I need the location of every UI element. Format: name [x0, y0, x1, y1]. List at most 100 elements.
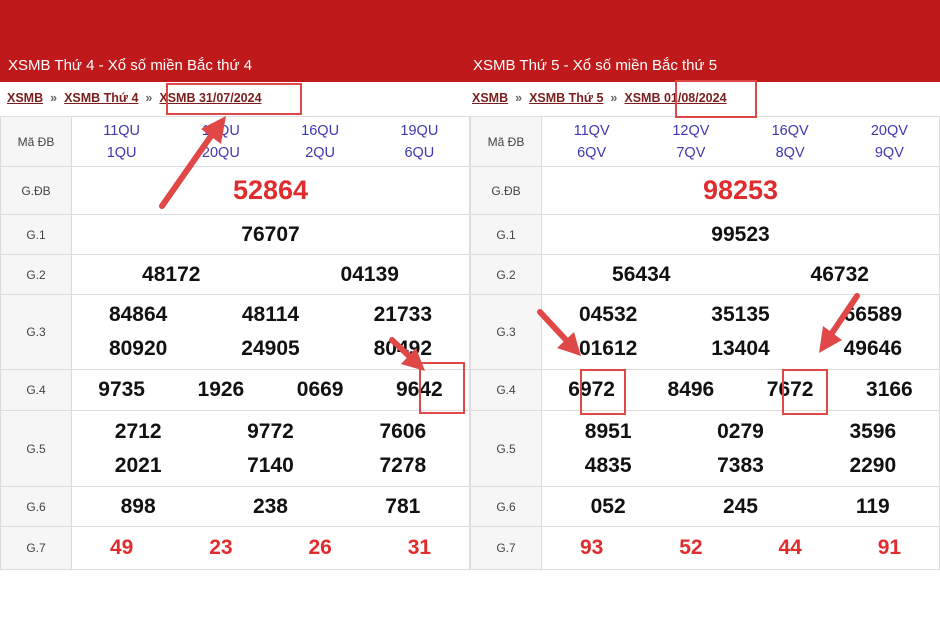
prize-number: 48114	[241, 303, 300, 326]
label-g7: G.7	[0, 526, 72, 570]
prize-number: 66589	[843, 303, 903, 326]
prize-number: 48172	[142, 262, 201, 286]
left-breadcrumb-date[interactable]: XSMB 31/07/2024	[159, 91, 261, 105]
row-ma-db: Mã ĐB 11QV 12QV 16QV 20QV 6QV 7QV 8QV 9Q…	[470, 116, 940, 167]
prize-number: 04139	[340, 262, 399, 286]
prize-number: 35135	[711, 303, 770, 326]
row-ma-db: Mã ĐB 11QU 15QU 16QU 19QU 1QU 20QU 2QU 6…	[0, 116, 470, 167]
prize-number: 245	[722, 494, 758, 518]
row-g4: G.4 6972 8496 7672 3166	[470, 369, 940, 411]
label-g3: G.3	[0, 294, 72, 370]
label-g2: G.2	[0, 254, 72, 295]
label-g4: G.4	[0, 369, 72, 411]
left-results-panel: XSMB Thứ 4 - Xổ số miền Bắc thứ 4 XSMB » X…	[0, 0, 470, 570]
prize-number: 6972	[568, 378, 615, 401]
row-gdb: G.ĐB 52864	[0, 166, 470, 215]
left-breadcrumb-xsmb[interactable]: XSMB	[7, 91, 43, 105]
prize-number: 23	[209, 536, 233, 559]
prize-number: 2021	[114, 453, 162, 477]
prize-number: 84864	[108, 303, 168, 326]
ma-db-code: 11QU	[103, 122, 141, 139]
row-g3: G.3 84864 48114 21733 80920 24905 80492	[0, 294, 470, 370]
prize-number: 9642	[396, 378, 443, 401]
prize-number: 8496	[667, 378, 715, 401]
ma-db-code: 6QU	[404, 144, 435, 161]
label-g7: G.7	[470, 526, 542, 570]
ma-db-code: 20QV	[870, 122, 908, 139]
label-g6: G.6	[470, 486, 542, 527]
label-gdb: G.ĐB	[470, 166, 542, 215]
ma-db-code: 7QV	[676, 144, 706, 161]
breadcrumb-separator: »	[145, 91, 153, 105]
prize-number: 9735	[98, 378, 145, 401]
prize-number: 7672	[766, 378, 814, 401]
prize-number: 119	[855, 494, 890, 518]
left-breadcrumb-weekday[interactable]: XSMB Thứ 4	[64, 91, 138, 105]
label-g3: G.3	[470, 294, 542, 370]
prize-number: 3166	[866, 378, 913, 401]
prize-number: 31	[407, 536, 432, 559]
prize-number: 2290	[849, 453, 897, 477]
right-breadcrumb-date[interactable]: XSMB 01/08/2024	[624, 91, 726, 105]
right-header-title: XSMB Thứ 5 - Xổ số miền Bắc thứ 5	[473, 57, 718, 74]
ma-db-code: 16QU	[301, 122, 340, 139]
row-g7: G.7 49 23 26 31	[0, 526, 470, 570]
right-breadcrumb-weekday[interactable]: XSMB Thứ 5	[529, 91, 603, 105]
left-special-prize: 52864	[71, 166, 470, 215]
prize-number: 49	[109, 536, 134, 559]
ma-db-code: 11QV	[573, 122, 610, 139]
right-g1-number: 99523	[541, 214, 940, 255]
row-g2: G.2 56434 46732	[470, 254, 940, 295]
label-g1: G.1	[0, 214, 72, 255]
prize-number: 46732	[810, 262, 869, 286]
prize-number: 24905	[241, 337, 300, 360]
ma-db-code: 19QU	[400, 122, 439, 139]
label-g2: G.2	[470, 254, 542, 295]
prize-number: 0669	[296, 378, 344, 401]
ma-db-code: 16QV	[771, 122, 809, 139]
label-g5: G.5	[0, 410, 72, 487]
prize-number: 7278	[379, 453, 427, 477]
left-results-table: Mã ĐB 11QU 15QU 16QU 19QU 1QU 20QU 2QU 6…	[0, 116, 470, 570]
prize-number: 9772	[247, 419, 294, 443]
left-header-title: XSMB Thứ 4 - Xổ số miền Bắc thứ 4	[8, 57, 253, 74]
ma-db-code: 20QU	[201, 144, 240, 161]
left-ma-db-codes: 11QU 15QU 16QU 19QU 1QU 20QU 2QU 6QU	[72, 120, 469, 164]
row-g4: G.4 9735 1926 0669 9642	[0, 369, 470, 411]
prize-number: 56434	[612, 262, 671, 286]
row-g2: G.2 48172 04139	[0, 254, 470, 295]
prize-number: 7606	[379, 419, 427, 443]
row-g1: G.1 76707	[0, 214, 470, 255]
left-header: XSMB Thứ 4 - Xổ số miền Bắc thứ 4	[0, 0, 470, 82]
prize-number: 44	[778, 536, 802, 559]
row-g5: G.5 8951 0279 3596 4835 7383 2290	[470, 410, 940, 487]
prize-number: 52	[679, 536, 703, 559]
prize-number: 2712	[114, 419, 162, 443]
prize-number: 7383	[717, 453, 764, 477]
right-header: XSMB Thứ 5 - Xổ số miền Bắc thứ 5	[470, 0, 940, 82]
prize-number: 04532	[578, 303, 638, 326]
prize-number: 3596	[849, 419, 897, 443]
label-g1: G.1	[470, 214, 542, 255]
right-breadcrumb-xsmb[interactable]: XSMB	[472, 91, 508, 105]
row-g6: G.6 052 245 119	[470, 486, 940, 527]
prize-number: 238	[252, 494, 288, 518]
prize-number: 49646	[843, 337, 903, 360]
prize-number: 781	[385, 494, 421, 518]
prize-number: 052	[590, 494, 626, 518]
ma-db-code: 9QV	[874, 144, 904, 161]
ma-db-code: 8QV	[775, 144, 805, 161]
prize-number: 01612	[578, 337, 638, 360]
label-gdb: G.ĐB	[0, 166, 72, 215]
prize-number: 91	[877, 536, 902, 559]
prize-number: 80920	[108, 337, 168, 360]
left-breadcrumb: XSMB » XSMB Thứ 4 » XSMB 31/07/2024	[0, 82, 470, 116]
right-results-table: Mã ĐB 11QV 12QV 16QV 20QV 6QV 7QV 8QV 9Q…	[470, 116, 940, 570]
right-ma-db-codes: 11QV 12QV 16QV 20QV 6QV 7QV 8QV 9QV	[542, 120, 939, 164]
label-ma-db: Mã ĐB	[0, 116, 72, 167]
right-special-prize: 98253	[541, 166, 940, 215]
breadcrumb-separator: »	[515, 91, 523, 105]
prize-number: 7140	[247, 453, 294, 477]
prize-number: 4835	[584, 453, 632, 477]
prize-number: 26	[308, 536, 332, 559]
